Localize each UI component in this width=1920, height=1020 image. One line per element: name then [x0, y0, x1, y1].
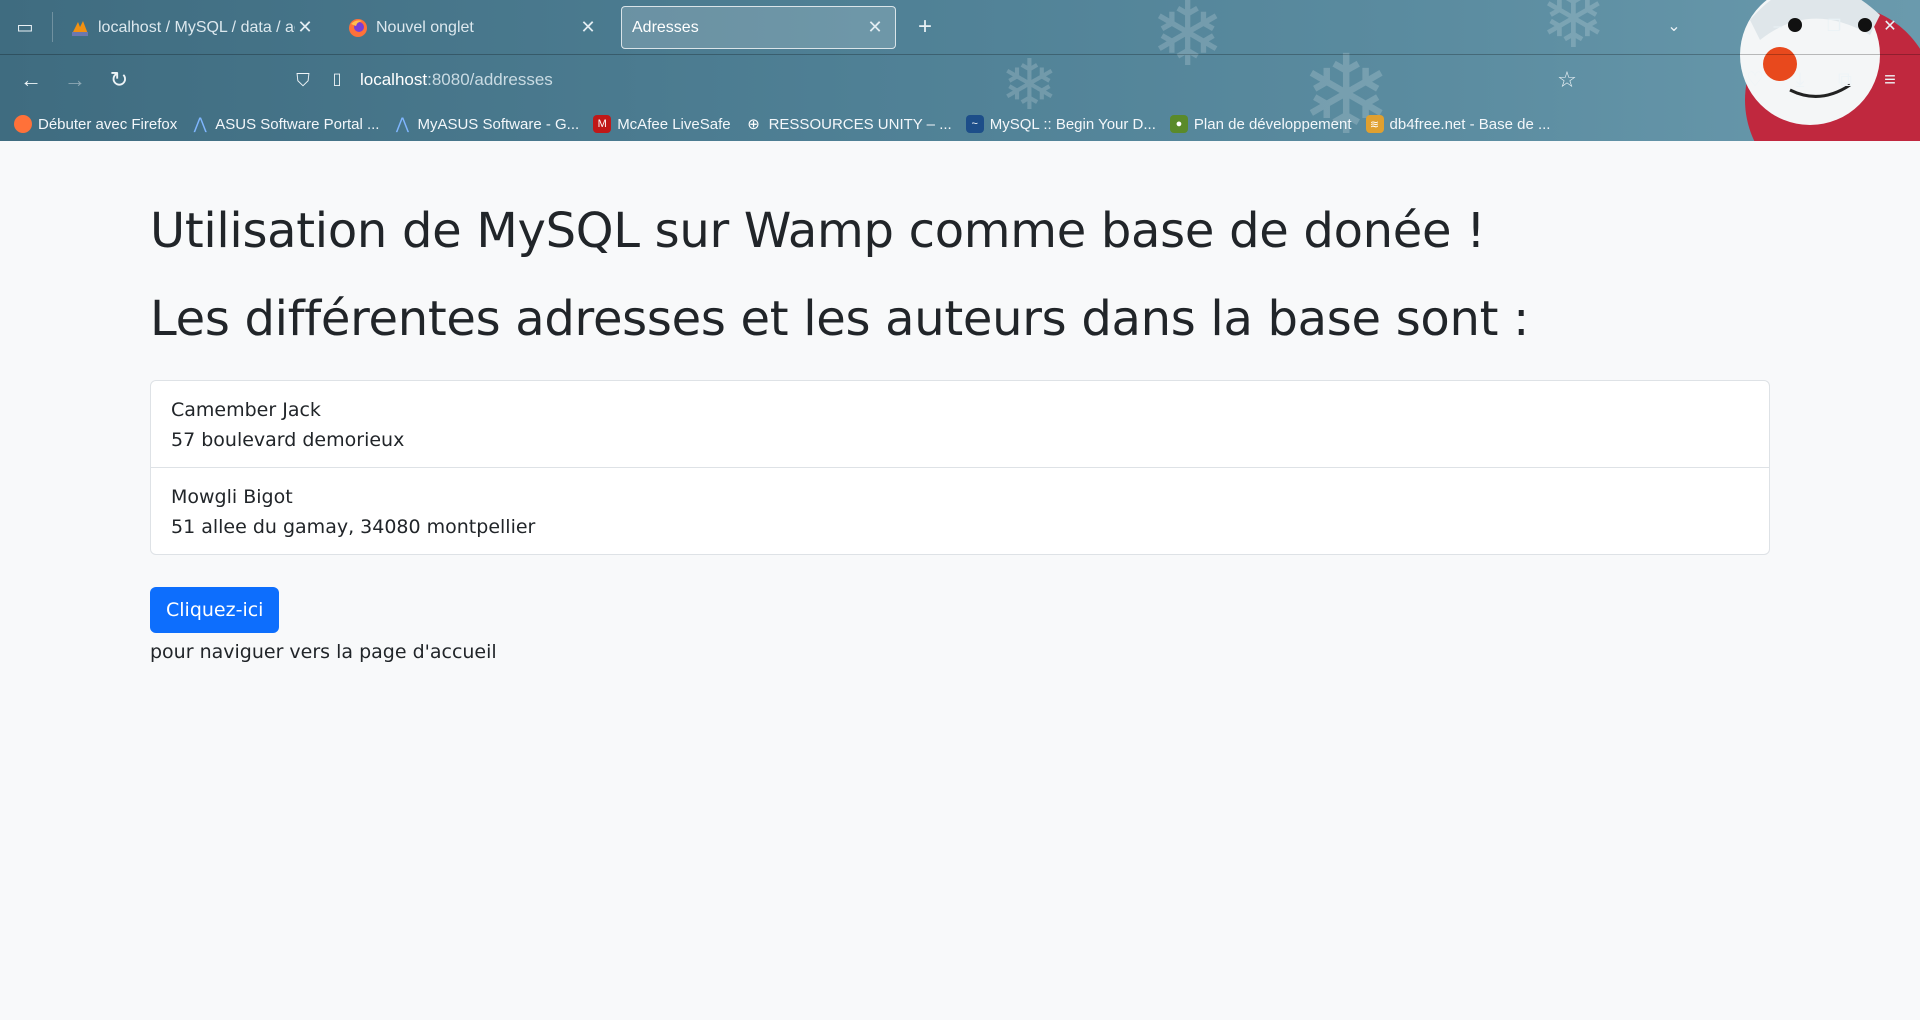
home-button-caption: pour naviguer vers la page d'accueil [150, 641, 497, 664]
bookmark-label: Plan de développement [1193, 115, 1352, 133]
mysql-icon: ~ [965, 115, 984, 133]
reload-icon: ↻ [109, 67, 129, 92]
address-bar[interactable]: ⛉ ▯ localhost:8080/addresses [290, 62, 1590, 98]
chevron-down-icon: ⌄ [1667, 18, 1681, 35]
close-window-button[interactable]: ✕ [1876, 14, 1904, 40]
browser-chrome: ❄ ❄ ❄ ❄ ▭ localhost / MySQL / data / add… [0, 0, 1920, 141]
extensions-button[interactable]: ⧉ [1830, 65, 1860, 95]
list-item: Mowgli Bigot 51 allee du gamay, 34080 mo… [151, 468, 1769, 554]
plan-icon: ● [1169, 115, 1188, 133]
restore-button[interactable]: ❐ [1820, 14, 1848, 40]
tab-title: Nouvel onglet [376, 18, 474, 36]
list-all-tabs-button[interactable]: ▭ [10, 12, 40, 42]
page-subtitle: Les différentes adresses et les auteurs … [150, 290, 1529, 347]
tab-title: Adresses [632, 18, 699, 36]
bookmark-item[interactable]: ⋀ MyASUS Software - G... [393, 115, 580, 134]
bookmark-item[interactable]: ~ MySQL :: Begin Your D... [965, 115, 1156, 133]
bookmark-item[interactable]: ⊕ RESSOURCES UNITY – ... [745, 115, 952, 134]
plus-icon: + [917, 13, 932, 40]
bookmark-label: ASUS Software Portal ... [215, 115, 380, 133]
bookmark-item[interactable]: ⋀ ASUS Software Portal ... [191, 115, 380, 134]
tab-list-icon: ▭ [16, 17, 34, 37]
tab-adresses[interactable]: Adresses ✕ [621, 6, 896, 49]
bookmark-label: RESSOURCES UNITY – ... [768, 115, 952, 133]
bookmark-item[interactable]: Débuter avec Firefox [14, 115, 177, 133]
bookmark-label: McAfee LiveSafe [617, 115, 731, 133]
download-icon: ⤓ [1795, 69, 1805, 91]
forward-button[interactable]: → [60, 65, 90, 95]
menu-button[interactable]: ≡ [1875, 65, 1905, 95]
page-title: Utilisation de MySQL sur Wamp comme base… [150, 203, 1486, 259]
navigation-toolbar: ← → ↻ ⛉ ▯ localhost:8080/addresses ☆ ♡ ⤓… [0, 56, 1920, 104]
db4free-icon: ≋ [1365, 115, 1384, 133]
tab-new-tab[interactable]: Nouvel onglet ✕ [338, 6, 608, 49]
firefox-icon [14, 115, 32, 133]
hamburger-menu-icon: ≡ [1884, 69, 1896, 91]
tab-strip: ▭ localhost / MySQL / data / addresses ✕… [0, 0, 1920, 55]
minimize-button[interactable]: – [1764, 14, 1792, 40]
phpmyadmin-icon [72, 20, 88, 36]
address-text: 57 boulevard demorieux [171, 429, 405, 452]
page-content: Utilisation de MySQL sur Wamp comme base… [150, 141, 1770, 663]
tab-title: localhost / MySQL / data / addresses [98, 18, 295, 36]
close-icon: ✕ [1883, 18, 1897, 35]
bookmark-label: MyASUS Software - G... [417, 115, 580, 133]
star-icon: ☆ [1557, 67, 1577, 92]
bookmark-item[interactable]: ● Plan de développement [1169, 115, 1352, 133]
address-text: 51 allee du gamay, 34080 montpellier [171, 516, 536, 539]
tab-separator [52, 12, 53, 42]
list-item: Camember Jack 57 boulevard demorieux [151, 381, 1769, 469]
tab-phpmyadmin[interactable]: localhost / MySQL / data / addresses ✕ [60, 6, 325, 49]
firefox-icon [349, 18, 367, 37]
asus-icon: ⋀ [193, 116, 207, 133]
close-icon[interactable]: ✕ [578, 17, 598, 38]
arrow-right-icon: → [64, 67, 86, 92]
new-tab-button[interactable]: + [910, 12, 940, 42]
close-icon[interactable]: ✕ [865, 17, 885, 38]
globe-icon: ⊕ [747, 116, 760, 133]
reload-button[interactable]: ↻ [104, 65, 134, 95]
downloads-button[interactable]: ⤓ [1785, 65, 1815, 95]
bookmark-star-button[interactable]: ☆ [1552, 65, 1582, 95]
url-path: :8080/addresses [427, 70, 553, 89]
bookmark-label: MySQL :: Begin Your D... [989, 115, 1156, 133]
puzzle-icon: ⧉ [1837, 69, 1853, 91]
bookmark-label: db4free.net - Base de ... [1389, 115, 1551, 133]
author-name: Mowgli Bigot [171, 486, 293, 509]
go-home-button[interactable]: Cliquez-ici [150, 587, 280, 634]
arrow-left-icon: ← [20, 67, 42, 92]
mcafee-icon: M [593, 115, 612, 133]
bookmark-item[interactable]: ≋ db4free.net - Base de ... [1365, 115, 1551, 133]
minimize-icon: – [1773, 18, 1783, 35]
restore-icon: ❐ [1826, 18, 1842, 35]
bookmarks-toolbar: Débuter avec Firefox ⋀ ASUS Software Por… [0, 110, 1920, 138]
url-host: localhost [360, 70, 428, 89]
bookmark-item[interactable]: M McAfee LiveSafe [593, 115, 731, 133]
tab-overflow-button[interactable]: ⌄ [1660, 14, 1688, 40]
author-name: Camember Jack [171, 399, 321, 422]
close-icon[interactable]: ✕ [295, 17, 315, 38]
bookmark-label: Débuter avec Firefox [38, 115, 178, 133]
pocket-button[interactable]: ♡ [1740, 65, 1770, 95]
back-button[interactable]: ← [16, 65, 46, 95]
pocket-icon: ♡ [1746, 69, 1764, 91]
page-icon[interactable]: ▯ [326, 69, 348, 91]
address-list: Camember Jack 57 boulevard demorieux Mow… [150, 380, 1770, 556]
tracking-protection-shield-icon[interactable]: ⛉ [290, 67, 316, 93]
asus-icon: ⋀ [395, 116, 410, 133]
